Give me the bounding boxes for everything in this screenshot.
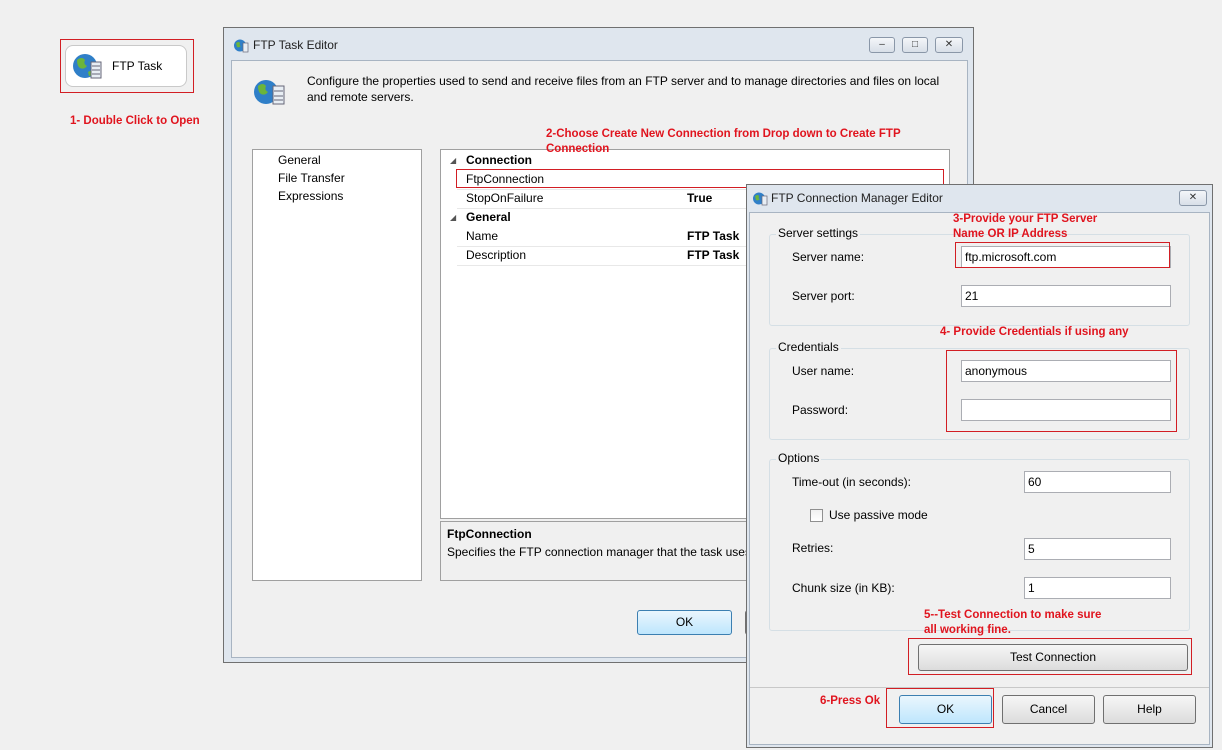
name-value[interactable]: FTP Task (687, 229, 739, 243)
password-label: Password: (792, 403, 849, 417)
annotation-box-test-connection (908, 638, 1192, 675)
window-app-icon (234, 39, 249, 53)
nav-item-expressions[interactable]: Expressions (278, 189, 343, 203)
window-title: FTP Task Editor (253, 38, 338, 52)
annotation-step2-line2: Connection (546, 143, 610, 155)
annotation-box-credentials (946, 350, 1177, 432)
nav-list: General File Transfer Expressions (252, 149, 422, 581)
server-port-label: Server port: (792, 289, 855, 303)
minimize-icon[interactable]: – (869, 37, 895, 53)
server-port-input[interactable]: 21 (961, 285, 1171, 307)
help-box-title: FtpConnection (447, 527, 532, 541)
close-icon[interactable]: ✕ (1179, 190, 1207, 206)
description-value[interactable]: FTP Task (687, 248, 739, 262)
globe-database-icon (73, 54, 102, 79)
nav-item-general[interactable]: General (278, 153, 321, 167)
window-app-icon (753, 192, 768, 206)
server-name-label: Server name: (792, 250, 865, 264)
nav-item-file-transfer[interactable]: File Transfer (278, 171, 345, 185)
task-node-label: FTP Task (112, 59, 163, 73)
stop-on-failure-value[interactable]: True (687, 191, 712, 205)
help-button[interactable]: Help (1103, 695, 1196, 724)
editor-ok-button[interactable]: OK (637, 610, 732, 635)
expand-triangle-icon[interactable]: ◢ (450, 213, 456, 222)
ftp-task-node[interactable]: FTP Task (65, 45, 187, 87)
annotation-step5-line1: 5--Test Connection to make sure (924, 609, 1102, 621)
window-title: FTP Connection Manager Editor (771, 191, 943, 205)
passive-mode-label[interactable]: Use passive mode (829, 508, 928, 522)
section-connection: Connection (466, 153, 532, 167)
annotation-step4: 4- Provide Credentials if using any (940, 326, 1129, 338)
annotation-step3-line2: Name OR IP Address (953, 228, 1068, 240)
user-name-label: User name: (792, 364, 855, 378)
chunk-size-input[interactable]: 1 (1024, 577, 1171, 599)
cancel-button[interactable]: Cancel (1002, 695, 1095, 724)
credentials-legend: Credentials (776, 340, 841, 354)
annotation-step3-line1: 3-Provide your FTP Server (953, 213, 1098, 225)
editor-description-line1: Configure the properties used to send an… (307, 74, 940, 88)
timeout-label: Time-out (in seconds): (792, 475, 911, 489)
annotation-step2-line1: 2-Choose Create New Connection from Drop… (546, 128, 901, 140)
timeout-input[interactable]: 60 (1024, 471, 1171, 493)
passive-mode-checkbox[interactable] (810, 509, 823, 522)
description-label[interactable]: Description (466, 248, 526, 262)
close-icon[interactable]: ✕ (935, 37, 963, 53)
annotation-box-server-name (955, 242, 1170, 268)
editor-description-line2: and remote servers. (307, 90, 414, 104)
annotation-step5-line2: all working fine. (924, 624, 1011, 636)
help-box-text: Specifies the FTP connection manager tha… (447, 545, 755, 559)
options-legend: Options (776, 451, 822, 465)
restore-icon[interactable]: □ (902, 37, 928, 53)
annotation-step1: 1- Double Click to Open (70, 115, 200, 127)
name-label[interactable]: Name (466, 229, 498, 243)
globe-database-icon (254, 80, 285, 105)
retries-label: Retries: (792, 541, 834, 555)
expand-triangle-icon[interactable]: ◢ (450, 156, 456, 165)
section-general: General (466, 210, 511, 224)
annotation-box-ok (886, 688, 994, 728)
stop-on-failure-label[interactable]: StopOnFailure (466, 191, 543, 205)
retries-input[interactable]: 5 (1024, 538, 1171, 560)
annotation-step6: 6-Press Ok (820, 695, 881, 707)
server-settings-legend: Server settings (776, 226, 861, 240)
chunk-size-label: Chunk size (in KB): (792, 581, 895, 595)
